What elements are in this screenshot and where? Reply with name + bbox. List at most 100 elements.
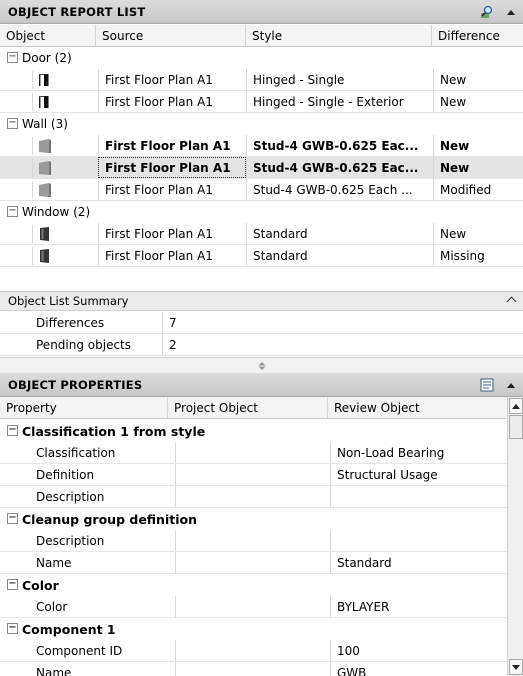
source-cell: First Floor Plan A1 bbox=[98, 223, 246, 244]
source-cell: First Floor Plan A1 bbox=[98, 179, 246, 200]
scroll-up-button[interactable] bbox=[509, 398, 523, 414]
style-cell: Hinged - Single - Exterior bbox=[246, 91, 433, 112]
collapse-toggle[interactable]: − bbox=[7, 623, 18, 634]
collapse-toggle[interactable]: − bbox=[7, 513, 18, 524]
property-category[interactable]: − Cleanup group definition bbox=[0, 508, 507, 530]
panel-splitter[interactable] bbox=[0, 357, 523, 373]
summary-header[interactable]: Object List Summary bbox=[0, 291, 523, 311]
collapse-properties-button[interactable] bbox=[503, 377, 519, 393]
property-row[interactable]: Description bbox=[0, 530, 507, 552]
difference-cell: Missing bbox=[433, 245, 523, 266]
summary-value: 7 bbox=[162, 312, 177, 333]
property-name: Description bbox=[36, 533, 105, 548]
report-list-title: OBJECT REPORT LIST bbox=[8, 4, 146, 19]
difference-cell: New bbox=[433, 223, 523, 244]
collapse-toggle[interactable]: − bbox=[7, 425, 18, 436]
style-cell: Stud-4 GWB-0.625 Eac... bbox=[246, 135, 433, 156]
find-icon[interactable] bbox=[479, 4, 495, 20]
source-cell: First Floor Plan A1 bbox=[98, 135, 246, 156]
property-category[interactable]: − Component 1 bbox=[0, 618, 507, 640]
list-row[interactable]: First Floor Plan A1 Stud-4 GWB-0.625 Eac.… bbox=[0, 157, 523, 179]
category-label: Cleanup group definition bbox=[22, 511, 197, 527]
report-list-header: OBJECT REPORT LIST bbox=[0, 0, 523, 24]
difference-cell: New bbox=[433, 69, 523, 90]
project-value bbox=[175, 552, 330, 573]
property-row[interactable]: Name GWB bbox=[0, 662, 507, 676]
review-value: 100 bbox=[330, 640, 507, 661]
list-row[interactable]: First Floor Plan A1 Hinged - Single New bbox=[0, 69, 523, 91]
property-row[interactable]: Component ID 100 bbox=[0, 640, 507, 662]
project-value bbox=[175, 442, 330, 463]
column-object[interactable]: Object bbox=[0, 25, 96, 46]
review-value: Structural Usage bbox=[330, 464, 507, 485]
category-label: Color bbox=[22, 577, 59, 593]
properties-sheet-icon[interactable] bbox=[479, 377, 495, 393]
difference-cell: New bbox=[433, 135, 523, 156]
properties-header: OBJECT PROPERTIES bbox=[0, 373, 523, 397]
project-value bbox=[175, 662, 330, 676]
project-value bbox=[175, 486, 330, 507]
review-value: GWB bbox=[330, 662, 507, 676]
summary-value: 2 bbox=[162, 334, 177, 355]
property-row[interactable]: Color BYLAYER bbox=[0, 596, 507, 618]
source-cell: First Floor Plan A1 bbox=[98, 157, 246, 178]
properties-column-header: Property Project Object Review Object bbox=[0, 397, 507, 419]
project-value bbox=[175, 596, 330, 617]
collapse-panel-button[interactable] bbox=[503, 4, 519, 20]
collapse-toggle[interactable]: − bbox=[7, 579, 18, 590]
category-label: Classification 1 from style bbox=[22, 423, 206, 439]
style-cell: Standard bbox=[246, 245, 433, 266]
category-label: Component 1 bbox=[22, 621, 116, 637]
column-style[interactable]: Style bbox=[246, 25, 432, 46]
collapse-toggle[interactable]: − bbox=[7, 118, 18, 129]
group-row[interactable]: − Door (2) bbox=[0, 47, 523, 69]
collapse-toggle[interactable]: − bbox=[7, 206, 18, 217]
review-value bbox=[330, 486, 507, 507]
review-value bbox=[330, 530, 507, 551]
report-list-column-header: Object Source Style Difference bbox=[0, 25, 523, 47]
project-value bbox=[175, 640, 330, 661]
list-row[interactable]: First Floor Plan A1 Stud-4 GWB-0.625 Eac.… bbox=[0, 135, 523, 157]
property-row[interactable]: Name Standard bbox=[0, 552, 507, 574]
column-source[interactable]: Source bbox=[96, 25, 246, 46]
group-row[interactable]: − Wall (3) bbox=[0, 113, 523, 135]
property-category[interactable]: − Color bbox=[0, 574, 507, 596]
column-review-object[interactable]: Review Object bbox=[328, 397, 507, 418]
door-icon bbox=[32, 93, 94, 111]
column-difference[interactable]: Difference bbox=[432, 25, 523, 46]
window-icon bbox=[32, 247, 94, 265]
summary-title: Object List Summary bbox=[8, 294, 129, 308]
chevron-up-icon[interactable] bbox=[506, 296, 517, 307]
group-row[interactable]: − Window (2) bbox=[0, 201, 523, 223]
property-name: Description bbox=[36, 489, 105, 504]
properties-title: OBJECT PROPERTIES bbox=[8, 377, 143, 392]
scroll-down-button[interactable] bbox=[509, 659, 523, 675]
list-row[interactable]: First Floor Plan A1 Stud-4 GWB-0.625 Each… bbox=[0, 179, 523, 201]
column-project-object[interactable]: Project Object bbox=[168, 397, 328, 418]
style-cell: Standard bbox=[246, 223, 433, 244]
list-row[interactable]: First Floor Plan A1 Hinged - Single - Ext… bbox=[0, 91, 523, 113]
source-cell: First Floor Plan A1 bbox=[98, 91, 246, 112]
property-row[interactable]: Classification Non-Load Bearing bbox=[0, 442, 507, 464]
door-icon bbox=[32, 71, 94, 89]
review-value: Non-Load Bearing bbox=[330, 442, 507, 463]
collapse-toggle[interactable]: − bbox=[7, 52, 18, 63]
group-label: Door (2) bbox=[22, 51, 72, 65]
difference-cell: New bbox=[433, 91, 523, 112]
list-row[interactable]: First Floor Plan A1 Standard New bbox=[0, 223, 523, 245]
property-row[interactable]: Definition Structural Usage bbox=[0, 464, 507, 486]
source-cell: First Floor Plan A1 bbox=[98, 245, 246, 266]
style-cell: Stud-4 GWB-0.625 Eac... bbox=[246, 157, 433, 178]
property-category[interactable]: − Classification 1 from style bbox=[0, 420, 507, 442]
group-label: Window (2) bbox=[22, 205, 91, 219]
properties-scrollbar[interactable] bbox=[507, 397, 523, 676]
source-cell: First Floor Plan A1 bbox=[98, 69, 246, 90]
column-property[interactable]: Property bbox=[0, 397, 168, 418]
wall-icon bbox=[32, 137, 94, 155]
style-cell: Stud-4 GWB-0.625 Each ... bbox=[246, 179, 433, 200]
list-row[interactable]: First Floor Plan A1 Standard Missing bbox=[0, 245, 523, 267]
property-name: Definition bbox=[36, 467, 95, 482]
scrollbar-thumb[interactable] bbox=[509, 415, 523, 439]
property-row[interactable]: Description bbox=[0, 486, 507, 508]
project-value bbox=[175, 464, 330, 485]
